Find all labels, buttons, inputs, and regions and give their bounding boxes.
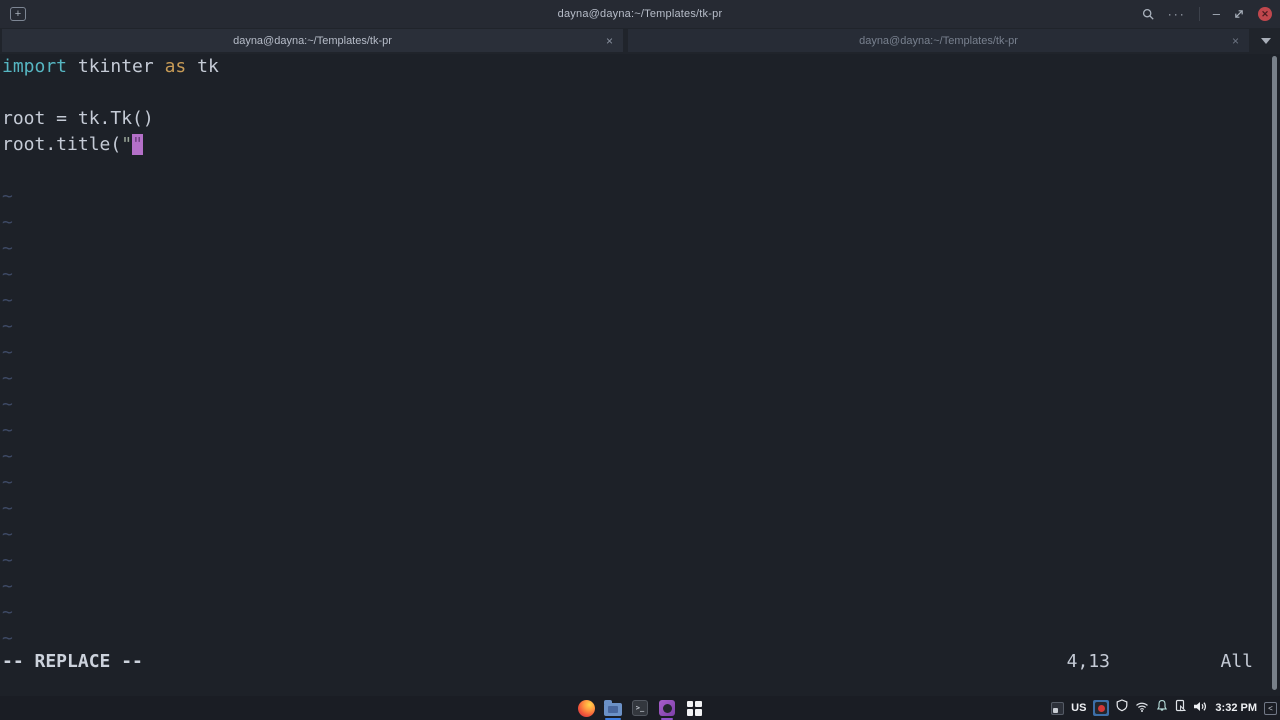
system-tray: US 3:32 PM < (1051, 696, 1277, 720)
taskbar: >_ US 3:32 PM < (0, 696, 1280, 720)
tab-inactive[interactable]: dayna@dayna:~/Templates/tk-pr × (628, 29, 1249, 52)
keyboard-layout-indicator[interactable]: US (1071, 702, 1086, 714)
tilde-marker: ~ (2, 368, 13, 389)
tilde-marker: ~ (2, 550, 13, 571)
window-title: dayna@dayna:~/Templates/tk-pr (557, 8, 723, 20)
code-token: root = tk.Tk() (2, 108, 154, 129)
chevron-down-icon (1261, 37, 1271, 44)
tilde-marker: ~ (2, 264, 13, 285)
tilde-marker: ~ (2, 576, 13, 597)
tilde-column: ~ ~ ~ ~ ~ ~ ~ ~ ~ ~ ~ ~ ~ ~ ~ ~ ~ ~ (0, 158, 1280, 652)
cursor-position: 4,13 (1066, 651, 1110, 672)
scroll-indicator: All (1220, 651, 1253, 672)
code-line: root.title("" (0, 132, 1280, 158)
window-titlebar: + dayna@dayna:~/Templates/tk-pr ··· – ✕ (0, 0, 1280, 28)
hide-panel-button[interactable]: < (1264, 701, 1277, 715)
minimize-icon[interactable]: – (1213, 7, 1220, 20)
tilde-marker: ~ (2, 186, 13, 207)
tab-list-dropdown[interactable] (1254, 29, 1278, 52)
code-lines: import tkinter as tk root = tk.Tk() root.t… (0, 54, 1280, 158)
volume-icon[interactable] (1193, 699, 1208, 717)
screen-recorder-icon[interactable] (1093, 700, 1110, 716)
code-token: root.title( (2, 134, 122, 155)
shield-icon[interactable] (1116, 699, 1128, 717)
tilde-marker: ~ (2, 524, 13, 545)
tab-label: dayna@dayna:~/Templates/tk-pr (859, 34, 1018, 47)
tab-close-icon[interactable]: × (1232, 35, 1239, 47)
menu-icon[interactable]: ··· (1168, 8, 1186, 20)
terminal-launcher[interactable]: >_ (630, 696, 650, 720)
tab-label: dayna@dayna:~/Templates/tk-pr (233, 34, 392, 47)
tilde-marker: ~ (2, 498, 13, 519)
firefox-icon (577, 699, 595, 717)
tilde-marker: ~ (2, 420, 13, 441)
search-icon[interactable] (1142, 8, 1155, 21)
tilde-marker: ~ (2, 472, 13, 493)
clock[interactable]: 3:32 PM (1215, 702, 1257, 714)
code-token: import (2, 56, 68, 77)
tilde-marker: ~ (2, 342, 13, 363)
folder-icon (604, 700, 622, 716)
tilde-marker: ~ (2, 446, 13, 467)
tab-active[interactable]: dayna@dayna:~/Templates/tk-pr × (2, 29, 623, 52)
tilde-marker: ~ (2, 602, 13, 623)
maximize-icon[interactable] (1233, 8, 1245, 20)
app-grid-icon (686, 700, 702, 716)
vim-statusline: -- REPLACE -- 4,13 All (0, 649, 1280, 675)
close-icon[interactable]: ✕ (1258, 7, 1272, 21)
tilde-marker: ~ (2, 316, 13, 337)
vim-editor[interactable]: import tkinter as tk root = tk.Tk() root.t… (0, 54, 1280, 696)
firefox-launcher[interactable] (576, 696, 596, 720)
media-app-launcher[interactable] (657, 696, 677, 720)
app-grid-launcher[interactable] (684, 696, 704, 720)
wifi-icon[interactable] (1135, 699, 1149, 717)
code-token: " (121, 134, 133, 155)
tab-close-icon[interactable]: × (606, 35, 613, 47)
file-manager-launcher[interactable] (603, 696, 623, 720)
vim-mode-indicator: -- REPLACE -- (2, 651, 143, 672)
tray-app-icon[interactable] (1051, 701, 1065, 715)
code-token: as (164, 56, 187, 77)
bell-icon[interactable] (1156, 699, 1168, 717)
media-app-icon (659, 700, 675, 716)
terminal-icon: >_ (632, 700, 648, 716)
tilde-marker: ~ (2, 238, 13, 259)
code-line: import tkinter as tk (0, 54, 1280, 80)
power-manager-icon[interactable] (1175, 699, 1187, 717)
tilde-marker: ~ (2, 290, 13, 311)
tilde-marker: ~ (2, 394, 13, 415)
titlebar-separator (1198, 7, 1200, 21)
code-token: tk (186, 56, 219, 77)
tilde-marker: ~ (2, 212, 13, 233)
tab-bar: dayna@dayna:~/Templates/tk-pr × dayna@da… (0, 28, 1280, 54)
code-line: root = tk.Tk() (0, 106, 1280, 132)
vim-cursor: " (132, 134, 143, 155)
terminal-scrollbar[interactable] (1272, 56, 1277, 690)
code-token: tkinter (67, 56, 165, 77)
